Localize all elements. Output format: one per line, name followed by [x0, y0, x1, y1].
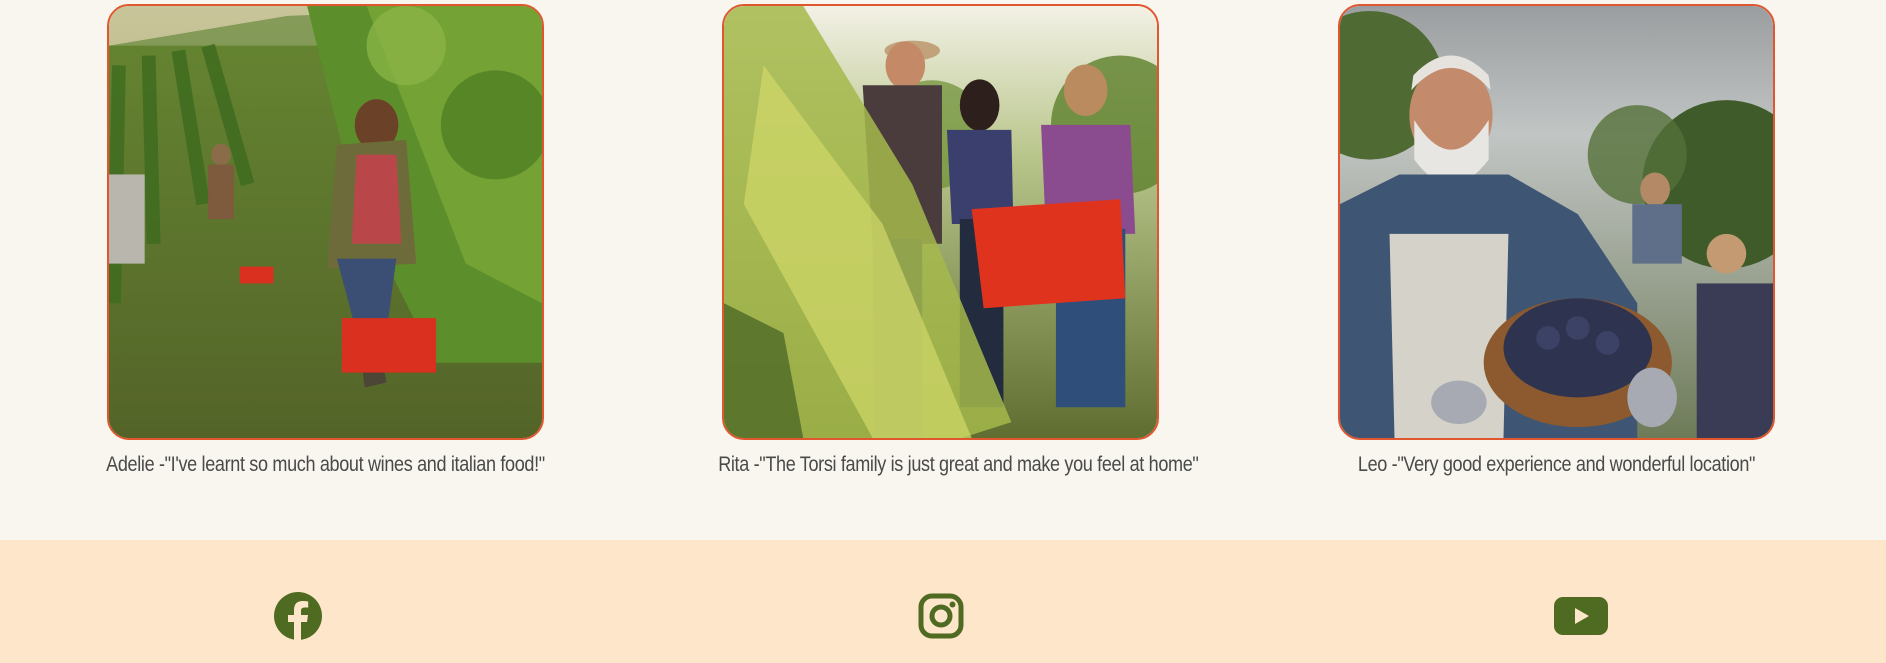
testimonial-quote: Leo -"Very good experience and wonderful…: [1357, 453, 1756, 476]
facebook-link[interactable]: [271, 591, 325, 641]
testimonials-section: Adelie -"I've learnt so much about wines…: [0, 0, 1886, 540]
testimonial-photo-grape-basket: [1338, 4, 1775, 440]
site-footer: [0, 540, 1886, 663]
instagram-icon: [918, 593, 964, 639]
testimonial-card: Rita -"The Torsi family is just great an…: [718, 4, 1199, 476]
testimonial-quote: Adelie -"I've learnt so much about wines…: [106, 453, 545, 476]
facebook-icon: [273, 591, 323, 641]
youtube-link[interactable]: [1554, 591, 1608, 641]
testimonial-quote: Rita -"The Torsi family is just great an…: [718, 453, 1199, 476]
testimonial-card: Adelie -"I've learnt so much about wines…: [106, 4, 545, 476]
instagram-link[interactable]: [914, 591, 968, 641]
testimonial-photo-family-harvest: [722, 4, 1159, 440]
testimonial-card: Leo -"Very good experience and wonderful…: [1338, 4, 1775, 476]
testimonial-photo-vineyard-harvest: [107, 4, 544, 440]
youtube-icon: [1554, 597, 1608, 635]
